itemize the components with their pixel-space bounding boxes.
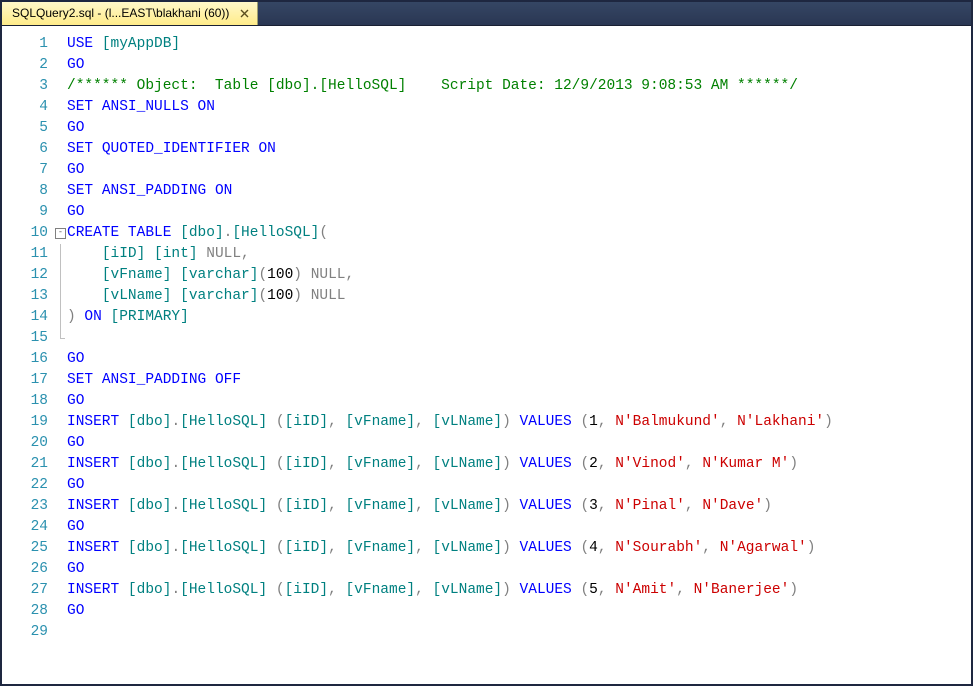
fold-marker: [54, 559, 67, 580]
code-line[interactable]: INSERT [dbo].[HelloSQL] ([iID], [vFname]…: [67, 580, 971, 601]
fold-marker: [54, 475, 67, 496]
code-line[interactable]: [67, 328, 971, 349]
line-number: 21: [2, 454, 48, 475]
line-number: 7: [2, 160, 48, 181]
fold-marker: [54, 538, 67, 559]
code-area: 1234567891011121314151617181920212223242…: [2, 26, 971, 684]
code-line[interactable]: INSERT [dbo].[HelloSQL] ([iID], [vFname]…: [67, 496, 971, 517]
fold-marker: [54, 139, 67, 160]
line-number: 2: [2, 55, 48, 76]
line-number: 8: [2, 181, 48, 202]
fold-marker: [54, 160, 67, 181]
line-number: 28: [2, 601, 48, 622]
code-line[interactable]: [iID] [int] NULL,: [67, 244, 971, 265]
line-number: 14: [2, 307, 48, 328]
line-number: 24: [2, 517, 48, 538]
fold-marker: [54, 433, 67, 454]
fold-marker: [54, 244, 67, 265]
file-tab[interactable]: SQLQuery2.sql - (l...EAST\blakhani (60)): [2, 2, 258, 25]
line-number: 1: [2, 34, 48, 55]
line-number: 3: [2, 76, 48, 97]
code-line[interactable]: GO: [67, 349, 971, 370]
line-number: 10: [2, 223, 48, 244]
fold-marker: [54, 412, 67, 433]
code-line[interactable]: GO: [67, 118, 971, 139]
code-line[interactable]: GO: [67, 202, 971, 223]
line-number: 20: [2, 433, 48, 454]
fold-marker: [54, 349, 67, 370]
fold-marker: [54, 496, 67, 517]
code-line[interactable]: GO: [67, 517, 971, 538]
code-line[interactable]: CREATE TABLE [dbo].[HelloSQL](: [67, 223, 971, 244]
code-line[interactable]: GO: [67, 160, 971, 181]
code-line[interactable]: INSERT [dbo].[HelloSQL] ([iID], [vFname]…: [67, 412, 971, 433]
line-number: 19: [2, 412, 48, 433]
fold-marker: [54, 307, 67, 328]
code-line[interactable]: [vLName] [varchar](100) NULL: [67, 286, 971, 307]
fold-marker: [54, 391, 67, 412]
line-number: 12: [2, 265, 48, 286]
line-number: 4: [2, 97, 48, 118]
code-line[interactable]: SET ANSI_PADDING OFF: [67, 370, 971, 391]
code-line[interactable]: GO: [67, 55, 971, 76]
code-editor[interactable]: USE [myAppDB]GO/****** Object: Table [db…: [67, 26, 971, 684]
fold-marker: [54, 34, 67, 55]
code-line[interactable]: SET ANSI_NULLS ON: [67, 97, 971, 118]
line-number: 27: [2, 580, 48, 601]
tab-title: SQLQuery2.sql - (l...EAST\blakhani (60)): [12, 3, 229, 24]
line-number: 26: [2, 559, 48, 580]
code-line[interactable]: INSERT [dbo].[HelloSQL] ([iID], [vFname]…: [67, 538, 971, 559]
code-line[interactable]: ) ON [PRIMARY]: [67, 307, 971, 328]
line-number: 25: [2, 538, 48, 559]
fold-marker: [54, 97, 67, 118]
fold-marker: [54, 181, 67, 202]
fold-marker: [54, 265, 67, 286]
code-line[interactable]: GO: [67, 433, 971, 454]
fold-column: -: [54, 26, 67, 684]
line-number: 29: [2, 622, 48, 643]
fold-marker: [54, 76, 67, 97]
editor-frame: SQLQuery2.sql - (l...EAST\blakhani (60))…: [0, 0, 973, 686]
line-number: 22: [2, 475, 48, 496]
fold-marker[interactable]: -: [54, 223, 67, 244]
line-number-gutter: 1234567891011121314151617181920212223242…: [2, 26, 54, 684]
code-line[interactable]: GO: [67, 391, 971, 412]
fold-marker: [54, 601, 67, 622]
fold-marker: [54, 517, 67, 538]
tab-strip: SQLQuery2.sql - (l...EAST\blakhani (60)): [2, 2, 971, 26]
line-number: 23: [2, 496, 48, 517]
line-number: 6: [2, 139, 48, 160]
fold-marker: [54, 286, 67, 307]
fold-marker: [54, 580, 67, 601]
code-line[interactable]: SET QUOTED_IDENTIFIER ON: [67, 139, 971, 160]
line-number: 17: [2, 370, 48, 391]
fold-marker: [54, 118, 67, 139]
close-icon[interactable]: [237, 7, 251, 21]
line-number: 18: [2, 391, 48, 412]
fold-marker: [54, 622, 67, 643]
fold-marker: [54, 370, 67, 391]
line-number: 9: [2, 202, 48, 223]
code-line[interactable]: GO: [67, 559, 971, 580]
line-number: 5: [2, 118, 48, 139]
fold-marker: [54, 328, 67, 349]
fold-marker: [54, 454, 67, 475]
code-line[interactable]: SET ANSI_PADDING ON: [67, 181, 971, 202]
code-line[interactable]: USE [myAppDB]: [67, 34, 971, 55]
code-line[interactable]: [vFname] [varchar](100) NULL,: [67, 265, 971, 286]
line-number: 15: [2, 328, 48, 349]
line-number: 13: [2, 286, 48, 307]
code-line[interactable]: [67, 622, 971, 643]
code-line[interactable]: GO: [67, 475, 971, 496]
fold-collapse-icon[interactable]: -: [55, 228, 66, 239]
code-line[interactable]: INSERT [dbo].[HelloSQL] ([iID], [vFname]…: [67, 454, 971, 475]
code-line[interactable]: GO: [67, 601, 971, 622]
fold-marker: [54, 202, 67, 223]
line-number: 11: [2, 244, 48, 265]
line-number: 16: [2, 349, 48, 370]
code-line[interactable]: /****** Object: Table [dbo].[HelloSQL] S…: [67, 76, 971, 97]
fold-marker: [54, 55, 67, 76]
